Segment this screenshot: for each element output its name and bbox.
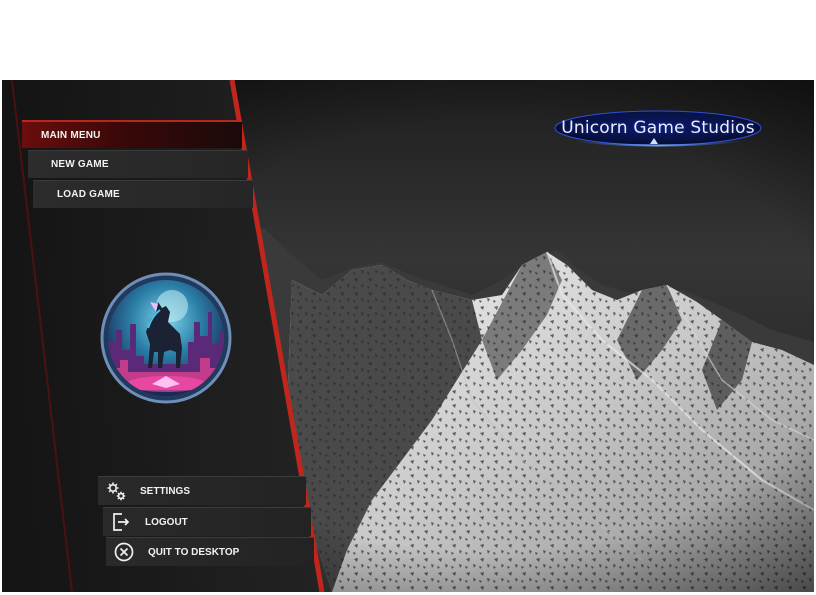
main-menu-label: MAIN MENU bbox=[41, 129, 101, 141]
logout-door-icon bbox=[109, 510, 133, 534]
close-circle-icon bbox=[112, 540, 136, 564]
settings-button[interactable]: SETTINGS bbox=[98, 476, 306, 505]
load-game-label: LOAD GAME bbox=[57, 189, 120, 200]
settings-label: SETTINGS bbox=[140, 485, 191, 497]
new-game-label: NEW GAME bbox=[51, 159, 109, 170]
gears-icon bbox=[104, 479, 128, 503]
studio-name: Unicorn Game Studios bbox=[561, 118, 755, 138]
game-main-menu-screen: MAIN MENU NEW GAME LOAD GAME SETTINGS LO… bbox=[2, 80, 814, 592]
logout-label: LOGOUT bbox=[145, 516, 188, 528]
unicorn-emblem-avatar bbox=[100, 272, 232, 404]
load-game-button[interactable]: LOAD GAME bbox=[33, 180, 253, 208]
quit-to-desktop-label: QUIT TO DESKTOP bbox=[148, 546, 240, 558]
new-game-button[interactable]: NEW GAME bbox=[28, 150, 248, 178]
studio-logo: Unicorn Game Studios bbox=[554, 110, 762, 148]
main-menu-button[interactable]: MAIN MENU bbox=[22, 120, 242, 148]
logout-button[interactable]: LOGOUT bbox=[103, 507, 311, 536]
quit-to-desktop-button[interactable]: QUIT TO DESKTOP bbox=[106, 537, 314, 566]
